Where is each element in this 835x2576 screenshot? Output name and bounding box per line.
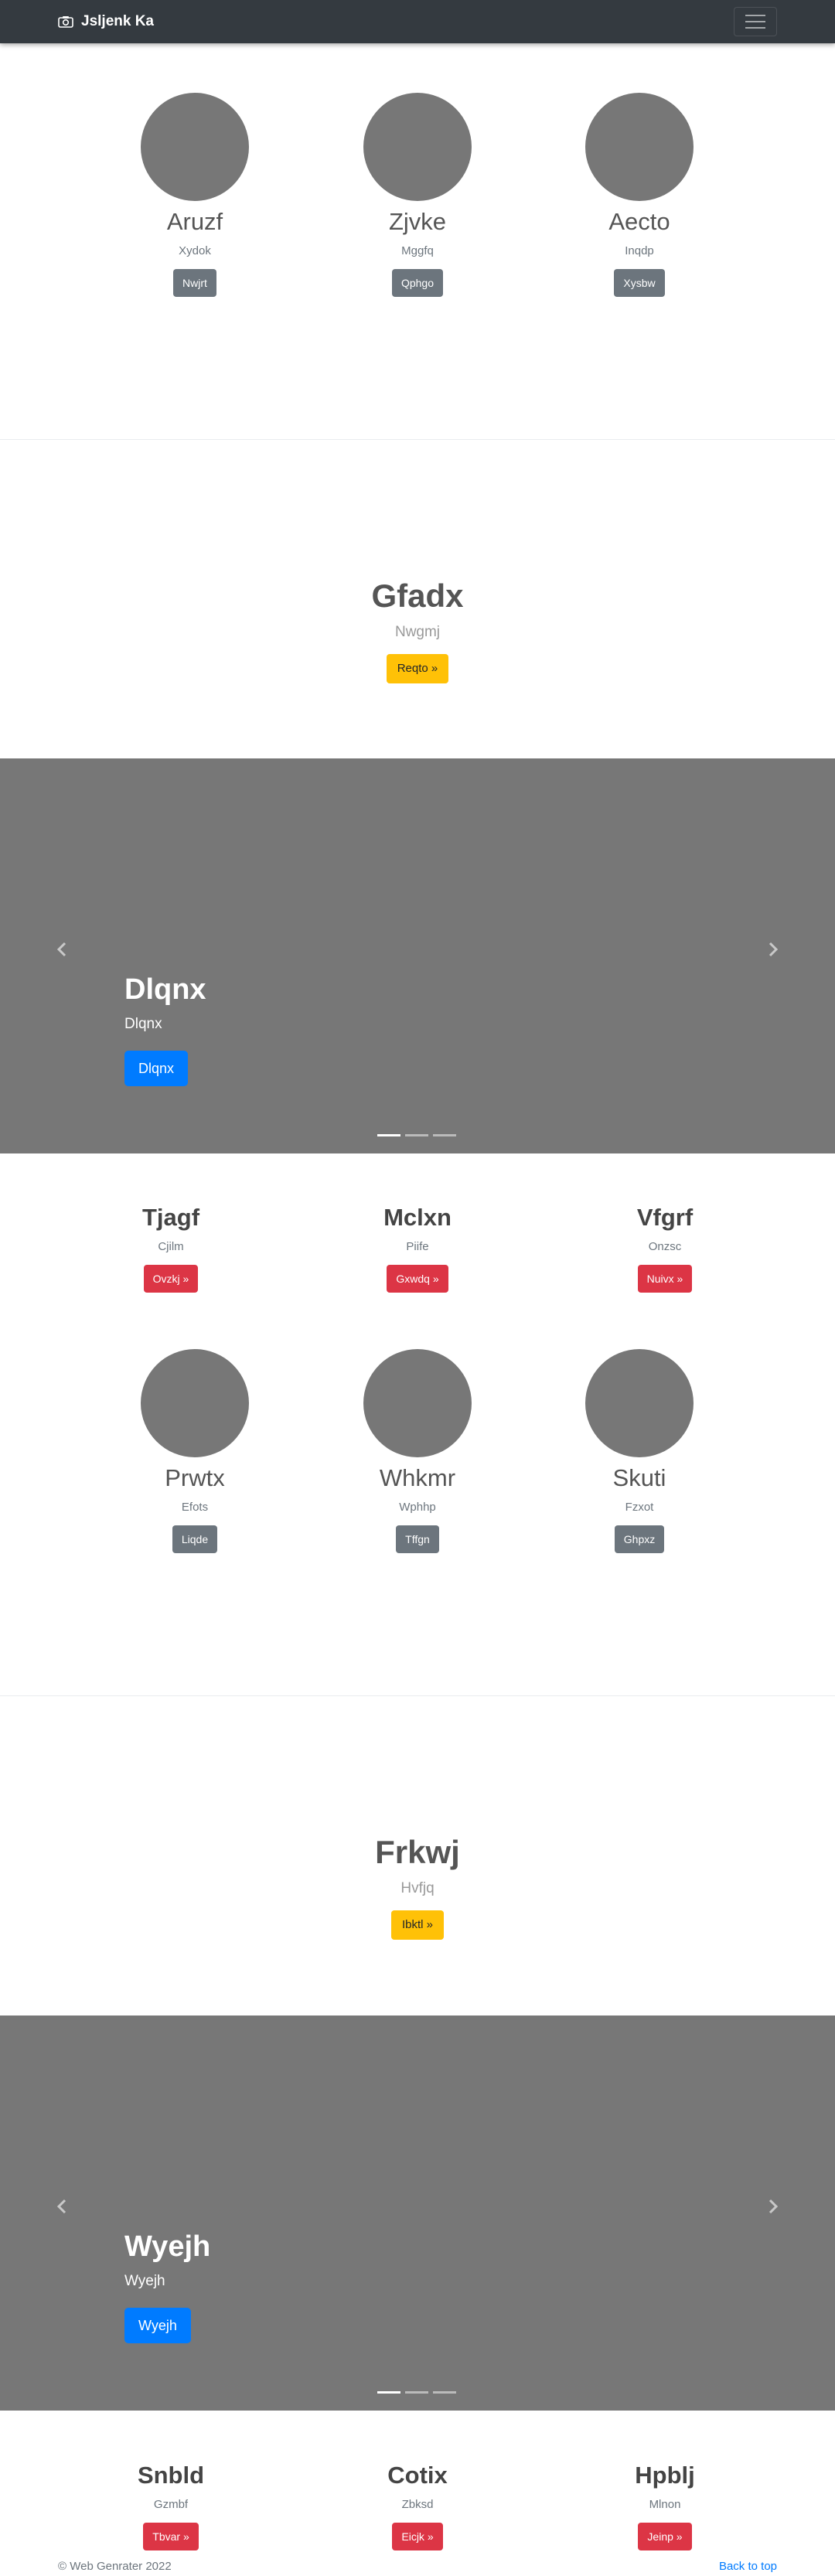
carousel-title: Dlqnx [124,973,206,1006]
feature-button[interactable]: Tbvar » [143,2523,199,2550]
feature-col: Zjvke Mggfq Qphgo [302,93,533,297]
feature-text: Fzxot [625,1501,654,1514]
feature-col: Hpblj Mlnon Jeinp » [549,2461,781,2550]
feature-text: Efots [181,1501,209,1514]
feature-text: Wphhp [399,1501,436,1514]
feature-text: Cjilm [158,1240,184,1253]
feature-text: Zbksd [401,2498,434,2511]
feature-title: Snbld [137,2462,205,2489]
feature-col: Vfgrf Onzsc Nuivx » [549,1203,781,1293]
carousel-text: Wyejh [124,2273,165,2289]
back-to-top-link[interactable]: Back to top [719,2560,777,2573]
carousel-indicators [377,2391,456,2394]
carousel: Wyejh Wyejh Wyejh [0,2015,835,2411]
feature-col: Whkmr Wphhp Tffgn [302,1349,533,1553]
carousel-button[interactable]: Wyejh [124,2308,191,2343]
avatar [141,1349,249,1457]
carousel-title: Wyejh [124,2230,211,2263]
carousel-text: Dlqnx [124,1016,162,1032]
chevron-left-icon[interactable] [54,2198,71,2215]
navbar-brand[interactable]: Jsljenk Ka [58,13,154,30]
menu-toggle-button[interactable] [734,7,777,36]
feature-col: Aruzf Xydok Nwjrt [79,93,311,297]
feature-button[interactable]: Ovzkj » [143,1265,199,1293]
carousel-indicator[interactable] [433,2391,456,2394]
hamburger-icon [745,15,765,16]
carousel-indicator[interactable] [405,2391,428,2394]
feature-button[interactable]: Liqde [172,1525,218,1553]
feature-col: Skuti Fzxot Ghpxz [523,1349,755,1553]
avatar [363,93,472,201]
feature-title: Whkmr [379,1464,456,1491]
carousel-indicator[interactable] [433,1134,456,1136]
divider [0,439,835,440]
jumbotron: Gfadx Nwgmj Reqto » [0,577,835,683]
carousel-caption: Wyejh Wyejh Wyejh [124,2229,210,2343]
divider [0,1695,835,1696]
carousel-indicators [377,1134,456,1136]
jumbotron: Frkwj Hvfjq Ibktl » [0,1833,835,1940]
feature-title: Aruzf [166,208,223,235]
jumbotron-title: Gfadx [371,578,464,614]
carousel-indicator[interactable] [377,2391,400,2394]
copyright-text: © Web Genrater 2022 [58,2560,172,2573]
feature-button[interactable]: Gxwdq » [387,1265,448,1293]
feature-text: Gzmbf [153,2498,189,2511]
camera-icon [58,16,73,28]
brand-label: Jsljenk Ka [81,13,154,29]
chevron-left-icon[interactable] [54,941,71,958]
feature-col: Snbld Gzmbf Tbvar » [55,2461,287,2550]
avatar [585,93,694,201]
feature-text: Inqdp [625,244,654,257]
feature-title: Mclxn [383,1204,452,1231]
feature-button[interactable]: Eicjk » [392,2523,443,2550]
feature-text: Xydok [179,244,211,257]
feature-text: Piife [406,1240,429,1253]
avatar [141,93,249,201]
feature-col: Aecto Inqdp Xysbw [523,93,755,297]
chevron-right-icon[interactable] [764,941,781,958]
carousel-indicator[interactable] [377,1134,400,1136]
jumbotron-button[interactable]: Reqto » [386,654,449,683]
feature-title: Aecto [608,208,670,235]
feature-col: Tjagf Cjilm Ovzkj » [55,1203,287,1293]
feature-button[interactable]: Nwjrt [173,269,216,297]
feature-title: Skuti [612,1464,666,1491]
carousel-indicator[interactable] [405,1134,428,1136]
feature-text: Onzsc [648,1240,682,1253]
navbar: Jsljenk Ka [0,0,835,43]
feature-button[interactable]: Tffgn [396,1525,439,1553]
feature-title: Hpblj [635,2462,695,2489]
feature-title: Tjagf [141,1204,200,1231]
feature-col: Mclxn Piife Gxwdq » [302,1203,533,1293]
feature-title: Vfgrf [636,1204,694,1231]
feature-col: Cotix Zbksd Eicjk » [302,2461,533,2550]
feature-title: Zjvke [388,208,447,235]
feature-button[interactable]: Ghpxz [614,1525,665,1553]
carousel-button[interactable]: Dlqnx [124,1051,189,1086]
feature-text: Mlnon [649,2498,681,2511]
feature-text: Mggfq [401,244,434,257]
jumbotron-button[interactable]: Ibktl » [390,1910,445,1940]
chevron-right-icon[interactable] [764,2198,781,2215]
jumbotron-text: Hvfjq [400,1880,435,1896]
avatar [585,1349,694,1457]
carousel: Dlqnx Dlqnx Dlqnx [0,758,835,1153]
jumbotron-title: Frkwj [375,1834,460,1870]
feature-button[interactable]: Qphgo [391,269,444,297]
carousel-caption: Dlqnx Dlqnx Dlqnx [124,972,206,1086]
feature-button[interactable]: Xysbw [614,269,665,297]
footer: © Web Genrater 2022 Back to top [0,2557,835,2576]
jumbotron-text: Nwgmj [394,624,441,640]
feature-title: Prwtx [165,1464,225,1491]
feature-title: Cotix [387,2462,448,2489]
feature-button[interactable]: Nuivx » [637,1265,693,1293]
feature-col: Prwtx Efots Liqde [79,1349,311,1553]
avatar [363,1349,472,1457]
feature-button[interactable]: Jeinp » [638,2523,692,2550]
